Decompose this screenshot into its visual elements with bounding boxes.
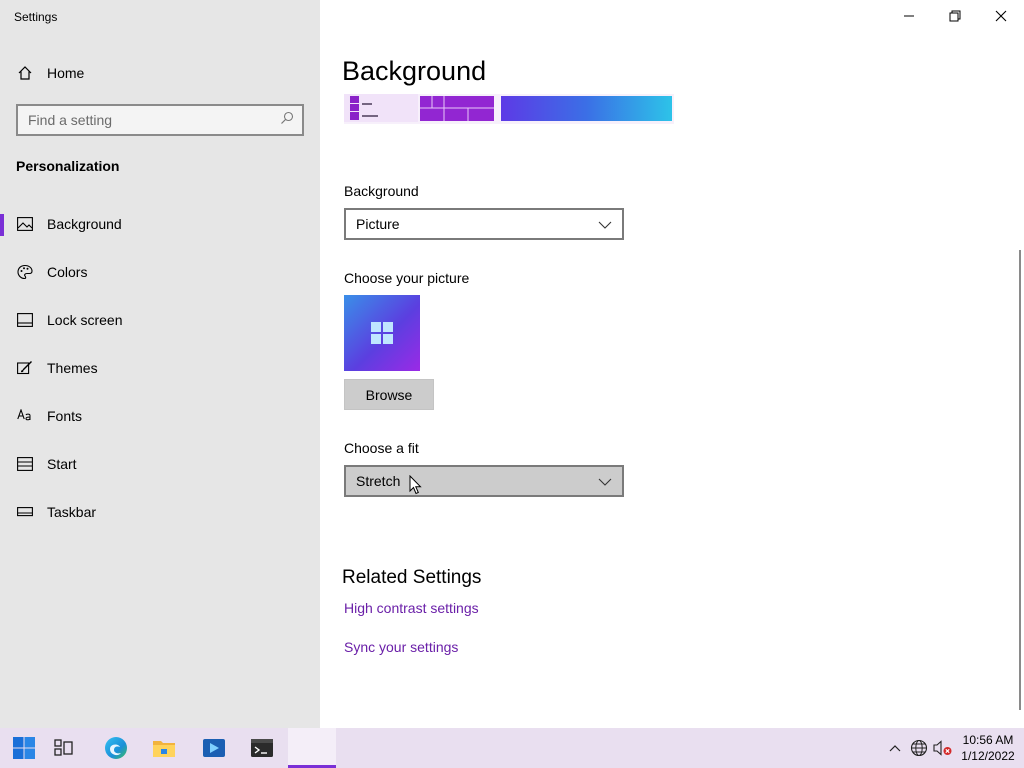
sidebar: Settings Home Personalization Background xyxy=(0,0,320,728)
sidebar-item-lock-screen[interactable]: Lock screen xyxy=(0,296,320,344)
sidebar-item-label: Fonts xyxy=(47,408,83,424)
close-icon xyxy=(995,10,1007,22)
fit-dropdown[interactable]: Stretch xyxy=(344,465,624,497)
app-title: Settings xyxy=(14,10,58,24)
related-settings-title: Related Settings xyxy=(342,567,482,588)
fit-label: Choose a fit xyxy=(344,440,419,456)
home-icon xyxy=(16,65,33,82)
choose-picture-label: Choose your picture xyxy=(344,270,470,286)
fit-value: Stretch xyxy=(356,473,401,489)
browse-button[interactable]: Browse xyxy=(344,379,434,410)
file-explorer-button[interactable] xyxy=(140,728,188,768)
network-button[interactable] xyxy=(908,728,930,768)
volume-button[interactable] xyxy=(932,728,954,768)
minimize-button[interactable] xyxy=(886,0,932,32)
media-app-icon xyxy=(203,739,225,757)
terminal-button[interactable] xyxy=(238,728,286,768)
clock-time: 10:56 AM xyxy=(962,733,1014,747)
start-icon xyxy=(13,737,35,759)
windows-logo-icon xyxy=(371,322,393,344)
sidebar-item-fonts[interactable]: Fonts xyxy=(0,392,320,440)
sidebar-item-colors[interactable]: Colors xyxy=(0,248,320,296)
scrollbar[interactable] xyxy=(1019,250,1021,710)
fonts-icon xyxy=(16,408,33,425)
show-hidden-icons-button[interactable] xyxy=(884,728,906,768)
minimize-icon xyxy=(904,15,914,17)
terminal-icon xyxy=(251,739,273,757)
high-contrast-link[interactable]: High contrast settings xyxy=(344,600,479,616)
search-input[interactable] xyxy=(28,112,280,128)
search-box[interactable] xyxy=(16,104,304,136)
restore-icon xyxy=(949,10,961,22)
sidebar-item-taskbar[interactable]: Taskbar xyxy=(0,488,320,536)
home-label: Home xyxy=(47,65,85,81)
background-preview xyxy=(344,94,674,124)
settings-window: Settings Home Personalization Background xyxy=(0,0,1024,728)
edge-icon xyxy=(105,737,127,759)
media-app-button[interactable] xyxy=(190,728,238,768)
globe-icon xyxy=(910,739,928,757)
background-label: Background xyxy=(344,183,419,199)
brush-icon xyxy=(16,360,33,377)
close-button[interactable] xyxy=(978,0,1024,32)
start-icon xyxy=(16,456,33,473)
task-view-button[interactable] xyxy=(40,728,88,768)
settings-taskbar-button[interactable] xyxy=(288,728,336,768)
sidebar-item-label: Lock screen xyxy=(47,312,123,328)
sidebar-item-label: Themes xyxy=(47,360,98,376)
mouse-cursor-icon xyxy=(409,474,422,500)
background-value: Picture xyxy=(356,216,400,232)
sidebar-item-start[interactable]: Start xyxy=(0,440,320,488)
speaker-muted-icon xyxy=(933,740,952,756)
chevron-down-icon xyxy=(598,216,612,232)
sidebar-item-background[interactable]: Background xyxy=(0,200,320,248)
picture-icon xyxy=(16,216,33,233)
palette-icon xyxy=(16,264,33,281)
clock[interactable]: 10:56 AM 1/12/2022 xyxy=(958,732,1018,764)
chevron-down-icon xyxy=(598,473,612,489)
page-title: Background xyxy=(342,56,487,86)
picture-thumbnail[interactable] xyxy=(344,295,420,371)
search-icon[interactable] xyxy=(280,111,294,130)
sidebar-item-themes[interactable]: Themes xyxy=(0,344,320,392)
restore-button[interactable] xyxy=(932,0,978,32)
sidebar-item-label: Start xyxy=(47,456,77,472)
edge-button[interactable] xyxy=(92,728,140,768)
chevron-up-icon xyxy=(889,745,901,752)
clock-date: 1/12/2022 xyxy=(961,749,1015,763)
lock-screen-icon xyxy=(16,312,33,329)
sidebar-item-label: Background xyxy=(47,216,122,232)
sidebar-item-label: Taskbar xyxy=(47,504,97,520)
taskbar-icon xyxy=(16,504,33,521)
sync-settings-link[interactable]: Sync your settings xyxy=(344,639,458,655)
file-explorer-icon xyxy=(153,741,175,757)
sidebar-item-label: Colors xyxy=(47,264,88,280)
home-link[interactable]: Home xyxy=(16,62,84,84)
sidebar-nav: Background Colors Lock screen Themes Fon… xyxy=(0,200,320,536)
background-dropdown[interactable]: Picture xyxy=(344,208,624,240)
taskbar: 10:56 AM 1/12/2022 xyxy=(0,728,1024,768)
task-view-icon xyxy=(54,739,73,756)
section-title: Personalization xyxy=(16,158,120,174)
